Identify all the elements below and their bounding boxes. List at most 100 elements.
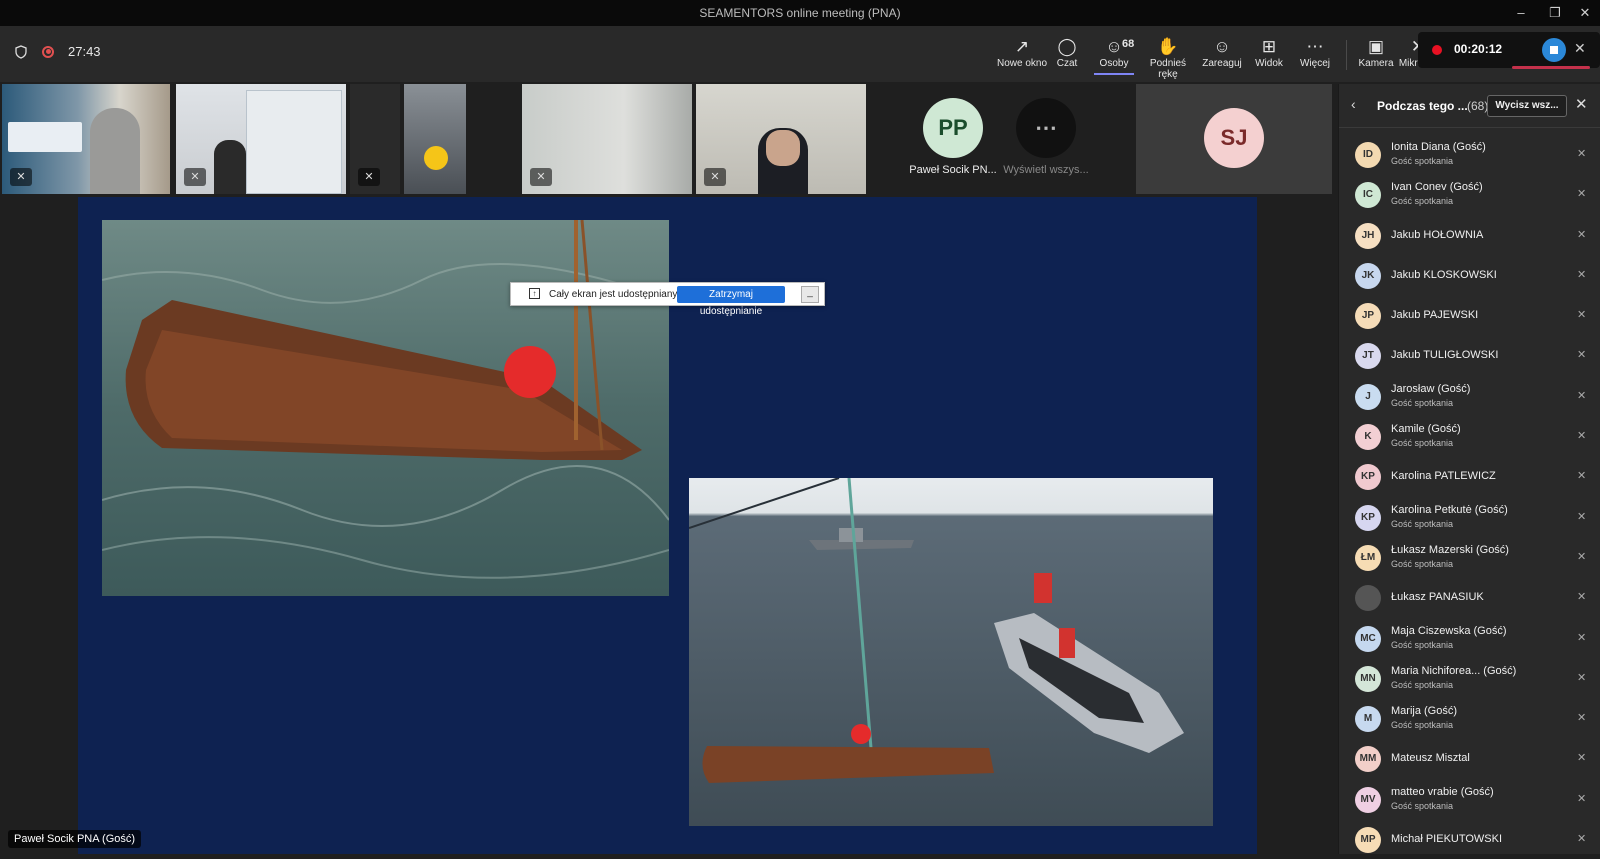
participant-row[interactable]: IC Ivan Conev (Gość) Gość spotkania ✕ — [1339, 174, 1600, 214]
participant-role: Gość spotkania — [1391, 518, 1454, 529]
recording-indicator-icon — [42, 45, 54, 58]
mic-off-icon[interactable]: ✕ — [1577, 469, 1586, 482]
participant-row[interactable]: KP Karolina PATLEWICZ ✕ — [1339, 456, 1600, 496]
mic-off-icon[interactable]: ✕ — [1574, 40, 1586, 57]
mic-off-icon[interactable]: ✕ — [1577, 711, 1586, 724]
participant-tile-sj[interactable]: SJ — [1136, 84, 1332, 194]
avatar: ŁM — [1355, 544, 1381, 571]
share-screen-icon: ↑ — [529, 288, 540, 299]
video-tile[interactable]: ✕ — [522, 84, 692, 194]
mic-off-icon[interactable]: ✕ — [1577, 268, 1586, 281]
mic-off-icon[interactable]: ✕ — [1577, 671, 1586, 684]
participant-role: Gość spotkania — [1391, 720, 1454, 731]
participant-role: Gość spotkania — [1391, 196, 1454, 207]
participant-row[interactable]: J Jarosław (Gość) Gość spotkania ✕ — [1339, 376, 1600, 416]
participant-role: Gość spotkania — [1391, 558, 1454, 569]
participant-row[interactable]: MC Maja Ciszewska (Gość) Gość spotkania ✕ — [1339, 618, 1600, 658]
participant-role: Gość spotkania — [1391, 679, 1454, 690]
avatar: KP — [1355, 504, 1381, 531]
minimize-window-icon[interactable]: – — [1506, 3, 1536, 23]
participant-tile-pp[interactable]: PP Paweł Socik PN... — [900, 84, 1006, 194]
participant-row[interactable]: ID Ionita Diana (Gość) Gość spotkania ✕ — [1339, 134, 1600, 174]
participant-name: matteo vrabie (Gość) — [1391, 785, 1494, 798]
avatar: J — [1355, 383, 1381, 410]
avatar: PP — [923, 98, 983, 158]
avatar: JH — [1355, 222, 1381, 249]
participant-row[interactable]: MN Maria Nichiforea... (Gość) Gość spotkan… — [1339, 658, 1600, 698]
participant-row[interactable]: JH Jakub HOŁOWNIA ✕ — [1339, 215, 1600, 255]
mic-off-icon[interactable]: ✕ — [1577, 510, 1586, 523]
participant-row[interactable]: JP Jakub PAJEWSKI ✕ — [1339, 295, 1600, 335]
participant-role: Gość spotkania — [1391, 800, 1454, 811]
mic-off-icon[interactable]: ✕ — [1577, 147, 1586, 160]
participant-role: Gość spotkania — [1391, 397, 1454, 408]
participant-name: Jakub HOŁOWNIA — [1391, 228, 1484, 241]
close-icon[interactable]: ✕ — [1575, 95, 1588, 113]
mute-all-button[interactable]: Wycisz wsz... — [1487, 95, 1567, 117]
minimize-share-bar-button[interactable]: _ — [801, 286, 819, 303]
mic-off-icon[interactable]: ✕ — [1577, 832, 1586, 845]
video-tile[interactable]: ✕ — [2, 84, 170, 194]
more-button[interactable]: ⋯ Więcej — [1287, 36, 1343, 69]
video-tile[interactable]: ✕ — [176, 84, 346, 194]
show-all-tile[interactable]: ⋯ Wyświetl wszys... — [998, 84, 1094, 194]
mic-off-icon[interactable]: ✕ — [1577, 751, 1586, 764]
stop-sharing-button[interactable]: Zatrzymaj udostępnianie — [677, 286, 785, 317]
participant-name: Karolina PATLEWICZ — [1391, 470, 1496, 483]
participant-name: Paweł Socik PN... — [909, 164, 997, 176]
shield-icon[interactable] — [14, 44, 28, 59]
recording-time: 00:20:12 — [1454, 42, 1503, 56]
restore-window-icon[interactable]: ❐ — [1540, 3, 1570, 23]
avatar: IC — [1355, 182, 1381, 209]
meeting-timer: 27:43 — [68, 44, 101, 59]
participant-row[interactable]: ŁM Łukasz Mazerski (Gość) Gość spotkania ✕ — [1339, 537, 1600, 577]
participant-role: Gość spotkania — [1391, 438, 1454, 449]
avatar: SJ — [1204, 108, 1264, 168]
participant-face — [766, 130, 800, 166]
video-tile[interactable] — [404, 84, 466, 194]
video-tile[interactable]: ✕ — [696, 84, 866, 194]
participant-row[interactable]: JK Jakub KLOSKOWSKI ✕ — [1339, 255, 1600, 295]
avatar: MC — [1355, 625, 1381, 652]
participant-row[interactable]: Łukasz PANASIUK ✕ — [1339, 577, 1600, 617]
participant-row[interactable]: MV matteo vrabie (Gość) Gość spotkania ✕ — [1339, 779, 1600, 819]
mic-off-icon[interactable]: ✕ — [1577, 429, 1586, 442]
mic-off-icon[interactable]: ✕ — [1577, 792, 1586, 805]
raise-hand-button[interactable]: ✋ Podnieś rękę — [1140, 36, 1196, 80]
avatar: M — [1355, 706, 1381, 733]
participant-row[interactable]: MM Mateusz Misztal ✕ — [1339, 738, 1600, 778]
participant-row[interactable]: K Kamile (Gość) Gość spotkania ✕ — [1339, 416, 1600, 456]
mic-off-icon: ✕ — [10, 168, 32, 186]
mic-off-icon[interactable]: ✕ — [1577, 187, 1586, 200]
mic-off-icon[interactable]: ✕ — [1577, 348, 1586, 361]
chevron-left-icon[interactable]: ‹ — [1351, 96, 1356, 112]
recording-dot-icon — [1432, 45, 1442, 55]
participant-figure — [214, 140, 246, 194]
mic-off-icon[interactable]: ✕ — [1577, 590, 1586, 603]
participant-role: Gość spotkania — [1391, 639, 1454, 650]
banner-image — [8, 122, 82, 152]
participant-row[interactable]: KP Karolina Petkutė (Gość) Gość spotkania ✕ — [1339, 497, 1600, 537]
participant-count: (68) — [1467, 99, 1489, 113]
show-all-label: Wyświetl wszys... — [1003, 164, 1089, 176]
participant-row[interactable]: JT Jakub TULIGŁOWSKI ✕ — [1339, 335, 1600, 375]
video-tile[interactable]: ✕ — [350, 84, 400, 194]
mic-off-icon[interactable]: ✕ — [1577, 389, 1586, 402]
participant-row[interactable]: MP Michał PIEKUTOWSKI ✕ — [1339, 819, 1600, 859]
mic-off-icon[interactable]: ✕ — [1577, 228, 1586, 241]
mic-off-icon[interactable]: ✕ — [1577, 550, 1586, 563]
participant-figure — [90, 108, 140, 194]
slide-photo-mine — [102, 220, 669, 596]
mic-off-icon[interactable]: ✕ — [1577, 631, 1586, 644]
mic-off-icon[interactable]: ✕ — [1577, 308, 1586, 321]
participant-name: Ivan Conev (Gość) — [1391, 181, 1483, 194]
participant-name: Mateusz Misztal — [1391, 752, 1470, 765]
close-window-icon[interactable]: ✕ — [1570, 3, 1600, 23]
participant-name: Ionita Diana (Gość) — [1391, 141, 1486, 153]
meeting-info: 27:43 — [14, 44, 101, 59]
leave-button-edge[interactable] — [1512, 66, 1590, 69]
people-button[interactable]: ☺ 68 Osoby — [1086, 36, 1142, 75]
participant-row[interactable]: M Marija (Gość) Gość spotkania ✕ — [1339, 698, 1600, 738]
stop-recording-button[interactable] — [1542, 38, 1566, 62]
avatar: JK — [1355, 262, 1381, 289]
